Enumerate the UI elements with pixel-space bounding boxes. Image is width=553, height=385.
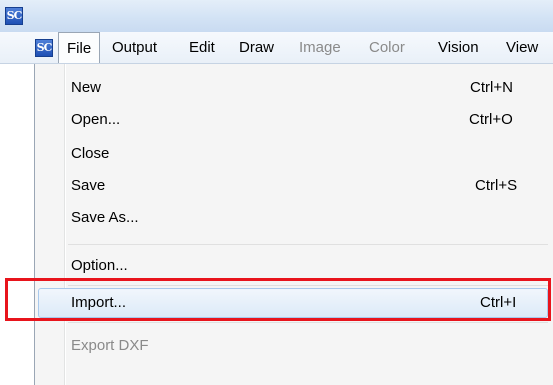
menu-item-shortcut: Ctrl+O	[469, 111, 513, 128]
menu-item-shortcut: Ctrl+N	[470, 79, 513, 96]
menu-item-save[interactable]: Save Ctrl+S	[38, 171, 548, 201]
menu-item-label: Open...	[71, 111, 121, 128]
menu-item-label: Export DXF	[71, 337, 149, 354]
menu-item-new[interactable]: New Ctrl+N	[38, 73, 548, 103]
menu-item-label: Option...	[71, 257, 128, 274]
menu-bar: SC File Output Edit Draw Image Color Vis…	[0, 32, 553, 64]
menu-item-label: Save	[71, 177, 106, 194]
menu-item-label: New	[71, 79, 102, 96]
menu-item-shortcut: Ctrl+S	[475, 177, 518, 194]
file-menu-dropdown: New Ctrl+N Open... Ctrl+O Close Save Ctr…	[34, 64, 553, 385]
menu-file[interactable]: File	[58, 32, 101, 63]
menu-item-label: Save As...	[71, 209, 139, 226]
system-menu-icon[interactable]: SC	[35, 39, 53, 57]
menu-separator	[68, 322, 548, 323]
menu-output[interactable]: Output	[112, 32, 157, 63]
menu-item-option[interactable]: Option...	[38, 251, 548, 281]
menu-view[interactable]: View	[506, 32, 538, 63]
menu-draw[interactable]: Draw	[239, 32, 274, 63]
menu-item-save-as[interactable]: Save As...	[38, 203, 548, 233]
title-bar: SC	[0, 0, 553, 32]
menu-edit[interactable]: Edit	[189, 32, 215, 63]
menu-vision[interactable]: Vision	[438, 32, 479, 63]
menu-item-export-dxf: Export DXF	[38, 331, 548, 361]
menu-item-close[interactable]: Close	[38, 139, 548, 169]
annotation-highlight-box	[5, 278, 551, 321]
menu-separator	[68, 244, 548, 245]
menu-item-open[interactable]: Open... Ctrl+O	[38, 105, 548, 135]
menu-color: Color	[369, 39, 405, 56]
menu-item-label: Close	[71, 145, 110, 162]
menu-image: Image	[299, 39, 341, 56]
app-icon[interactable]: SC	[5, 7, 23, 25]
